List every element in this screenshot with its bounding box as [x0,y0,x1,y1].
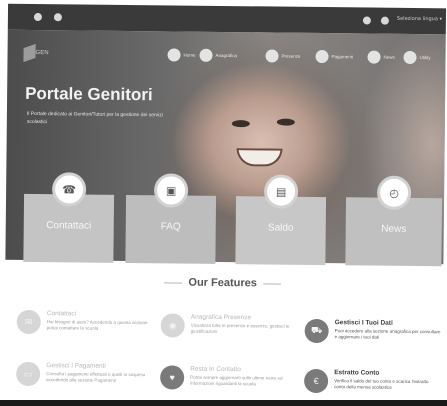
news-icon [367,50,381,64]
nav-item-presenze[interactable]: Presenze [265,48,301,63]
nav-label: Utility [419,54,431,60]
feature-title: Gestisci I Pagamenti [46,362,106,370]
home-icon [167,47,181,62]
feature-gestisci-pagamenti[interactable]: ▭ Gestisci I Pagamenti Consulta i pagame… [16,360,154,401]
nav-item-pagamenti[interactable]: Pagamenti [315,49,353,63]
car-icon: ⛟ [304,318,329,344]
feature-title: Anagrafica Presenze [190,313,252,322]
divider [262,283,281,285]
tile-saldo[interactable]: ▤ Saldo [235,174,327,266]
hero-photo [231,120,250,128]
globe-icon[interactable] [380,16,389,25]
feature-desc: Hai bisogno di aiuto? Accedendo a questa… [46,319,148,331]
social-icon[interactable] [33,13,42,22]
euro-icon: € [304,368,329,394]
tile-label: News [381,223,407,235]
tile-news[interactable]: ◴ News [345,175,443,267]
faq-icon: ▣ [153,173,189,208]
feature-desc: Verifica il saldo del tuo conto e scaric… [334,378,429,390]
feature-resta-in-contatto[interactable]: ♥ Resta In Contatto Potrai sempre aggior… [160,363,298,404]
feature-title: Gestisci I Tuoi Dati [334,319,393,327]
feature-contattaci[interactable]: ✉ Contattaci Hai bisogno di aiuto? Acced… [16,308,154,349]
nav-label: Home [183,52,196,58]
language-selector[interactable]: Seleziona lingua ▾ [397,16,442,22]
user-icon [199,48,213,62]
payment-icon [315,49,329,63]
feature-gestisci-dati[interactable]: ⛟ Gestisci I Tuoi Dati Puoi accedere all… [304,317,442,358]
feature-desc: Puoi accedere alla sezione anagrafica pe… [334,328,441,340]
hero-title: Portale Genitori [25,83,153,105]
mail-icon: ✉ [16,309,41,335]
heart-icon: ♥ [160,365,185,390]
feature-title: Contattaci [46,310,77,318]
hero-photo [236,148,283,167]
logo-icon [23,43,36,63]
nav-label: Presenze [281,53,301,59]
feature-title: Estratto Conto [334,369,380,377]
logo[interactable]: GEN [23,43,49,64]
divider [164,281,183,284]
tile-label: Saldo [267,222,294,234]
tile-label: FAQ [160,221,181,233]
wallet-icon: ▤ [263,174,299,209]
nav-item-utility[interactable]: Utility [403,50,431,64]
contact-icon: ☎ [51,172,87,207]
user-icon[interactable] [362,16,371,25]
feature-anagrafica-presenze[interactable]: ◉ Anagrafica Presenze Visualizza tutte l… [160,311,298,352]
feature-desc: Visualizza tutte le presenze e assenze, … [190,322,290,334]
hero-subtitle: Il Portale dedicato ai Genitori/Tutori p… [26,110,163,126]
tile-label: Contattaci [46,220,92,232]
news-icon: ◴ [376,175,412,210]
hero-photo [276,118,295,126]
logo-text: GEN [35,50,49,57]
nav-item-home[interactable]: Home [167,47,196,62]
tile-faq[interactable]: ▣ FAQ [125,173,217,264]
presence-icon: ◉ [160,313,185,338]
calendar-icon [265,48,279,63]
nav-label: Anagrafica [215,52,238,58]
features-heading: Our Features [0,275,446,292]
nav-item-news[interactable]: News [367,50,395,64]
feature-desc: Consulta i pagamenti effettuati e quelli… [46,371,146,383]
bottom-edge [0,400,447,406]
feature-desc: Potrai sempre aggiornarti sulle ultime n… [190,374,283,387]
nav-label: News [383,54,395,60]
feature-title: Resta In Contatto [190,365,241,374]
features-title: Our Features [188,276,257,290]
nav-label: Pagamenti [331,53,354,59]
utility-icon [403,50,417,64]
card-icon: ▭ [16,361,41,387]
nav-item-anagrafica[interactable]: Anagrafica [199,48,237,62]
tile-contattaci[interactable]: ☎ Contattaci [23,172,115,263]
page: Seleziona lingua ▾ GEN Home Anagrafica P… [0,0,447,406]
social-icon[interactable] [53,13,62,22]
